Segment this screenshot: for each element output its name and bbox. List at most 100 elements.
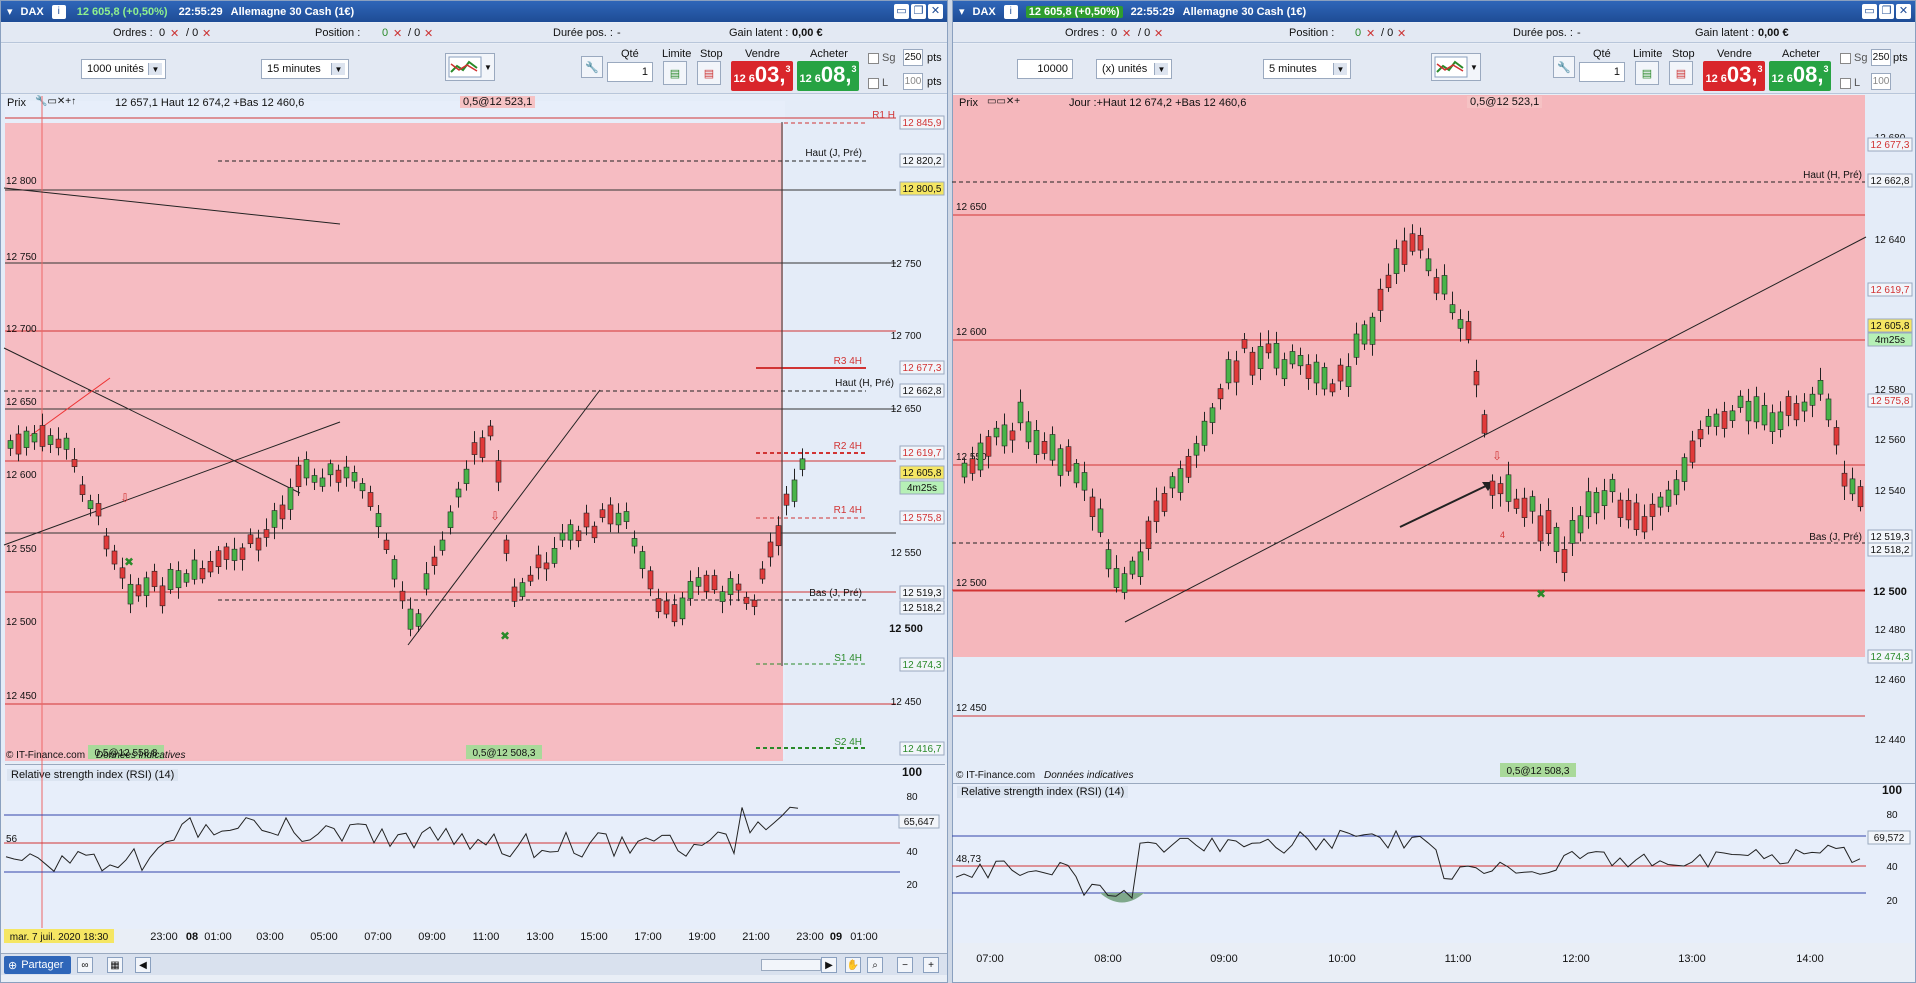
chart-style-button[interactable]: ▼ [1431,53,1481,81]
position-label: Position : [315,27,361,39]
sg-label: Sg [882,52,896,64]
sell-button[interactable]: 12 6 03, 3 [1703,61,1765,91]
chart-toolbar-icons[interactable]: ▭▭✕+ [987,96,1020,107]
sell-button[interactable]: 12 6 03, 3 [731,61,793,91]
stop-button[interactable]: ▤ [1669,61,1693,85]
buy-label: Acheter [1782,48,1820,60]
units-select[interactable]: (x) unités [1096,59,1172,79]
sg-checkbox[interactable]: Sg [868,52,895,64]
pts-label: pts [1893,52,1908,64]
right-toolbar: 10000 (x) unités 5 minutes ▼ 🔧 Qté 1 Lim… [953,44,1915,94]
horizontal-scrollbar[interactable] [761,959,821,971]
sell-price-sup: 3 [1757,64,1763,74]
qty-input[interactable]: 1 [607,62,653,82]
buy-button[interactable]: 12 6 08, 3 [797,61,859,91]
orders-x2-icon[interactable]: ✕ [202,27,211,40]
chevron-down-icon[interactable]: ▼ [1470,63,1478,72]
close-button[interactable]: ✕ [1896,4,1911,19]
info-icon[interactable]: i [51,4,66,19]
orders-total: / 0 [1138,27,1151,39]
pts-label: pts [927,52,942,64]
close-button[interactable]: ✕ [928,4,943,19]
left-rsi-panel: Relative strength index (RSI) (14) [5,764,945,929]
menu-arrow-icon[interactable]: ▾ [959,5,965,18]
restore-button[interactable]: ❐ [1879,4,1894,19]
restore-button[interactable]: ❐ [911,4,926,19]
sg-check[interactable] [868,52,879,64]
minimize-button[interactable]: ▭ [894,4,909,19]
period-select[interactable]: 5 minutes [1263,59,1351,79]
position-x-icon[interactable]: ✕ [1366,27,1375,40]
duration-label: Durée pos. : [553,27,613,39]
share-button[interactable]: ⊕ Partager [4,956,72,974]
sg-check[interactable] [1840,52,1851,64]
buy-price-small: 12 6 [1771,73,1793,85]
binoculars-icon[interactable]: ∞ [77,957,93,973]
zoom-fit-icon[interactable]: ⌕ [867,957,883,973]
right-price-chart[interactable] [953,95,1915,783]
calculator-icon[interactable]: ▦ [107,957,123,973]
info-icon[interactable]: i [1003,4,1018,19]
clock-time: 22:55:29 [1130,5,1175,18]
prix-label: Prix [7,97,26,109]
limit-button[interactable]: ▤ [1635,61,1659,85]
stop-button[interactable]: ▤ [697,61,721,85]
units-select[interactable]: 1000 unités [81,59,166,79]
price-change: 12 605,8 (+0,50%) [1025,5,1123,18]
minimize-button[interactable]: ▭ [1862,4,1877,19]
pts-label-2: pts [927,76,942,88]
qty-input[interactable]: 1 [1579,62,1625,82]
l-checkbox[interactable]: L [868,77,888,89]
orders-x-icon[interactable]: ✕ [170,27,179,40]
buy-button[interactable]: 12 6 08, 3 [1769,61,1831,91]
zoom-in-icon[interactable]: + [923,957,939,973]
drag-icon[interactable]: ✋ [845,957,861,973]
position-total: / 0 [408,27,421,39]
chart-toolbar-icons[interactable]: 🔧▭✕+↑ [35,96,76,107]
gain-value: 0,00 € [792,27,823,39]
position-value: 0 [382,27,389,39]
right-titlebar[interactable]: ▾ DAX i 12 605,8 (+0,50%) 22:55:29 Allem… [953,1,1915,22]
l-check[interactable] [1840,77,1851,89]
period-select[interactable]: 15 minutes [261,59,349,79]
position-x-icon[interactable]: ✕ [393,27,402,40]
limit-icon: ▤ [669,67,681,80]
wrench-button[interactable]: 🔧 [581,56,603,78]
orders-value: 0 [1111,27,1118,39]
position-x2-icon[interactable]: ✕ [1397,27,1406,40]
orders-x-icon[interactable]: ✕ [1122,27,1131,40]
left-price-chart[interactable] [1,95,947,763]
left-titlebar[interactable]: ▾ DAX i 12 605,8 (+0,50%) 22:55:29 Allem… [1,1,947,22]
chevron-down-icon[interactable]: ▼ [484,63,492,72]
buy-price-big: 08, [1792,62,1824,87]
orders-x2-icon[interactable]: ✕ [1154,27,1163,40]
sg-checkbox[interactable]: Sg [1840,52,1867,64]
stop-label: Stop [700,48,723,60]
stop-icon: ▤ [1675,67,1687,80]
l-check[interactable] [868,77,879,89]
sg-label: Sg [1854,52,1868,64]
share-label: Partager [21,959,64,971]
fib-top-label: 0,5@12 523,1 [460,96,536,108]
pts-input-1[interactable]: 250 [903,49,923,66]
position-label: Position : [1289,27,1335,39]
units-quantity-input[interactable]: 10000 [1017,59,1073,79]
l-checkbox[interactable]: L [1840,77,1860,89]
wrench-button[interactable]: 🔧 [1553,56,1575,78]
pts-input-2[interactable]: 100 [903,73,923,90]
pts-input-1[interactable]: 250 [1871,49,1891,66]
chart-style-button[interactable]: ▼ [445,53,495,81]
scroll-right-icon[interactable]: ▶ [821,957,837,973]
left-position-bar: Ordres : 0 ✕ / 0 ✕ Position : 0 ✕ / 0 ✕ … [1,23,947,43]
zoom-out-icon[interactable]: − [897,957,913,973]
back-arrow-icon[interactable]: ◀ [135,957,151,973]
menu-arrow-icon[interactable]: ▾ [7,5,13,18]
position-x2-icon[interactable]: ✕ [424,27,433,40]
limit-button[interactable]: ▤ [663,61,687,85]
orders-label: Ordres : [113,27,153,39]
pts-input-2[interactable]: 100 [1871,73,1891,90]
buy-price-big: 08, [820,62,852,87]
header-ohlc: Jour :+Haut 12 674,2 +Bas 12 460,6 [1069,97,1247,109]
gain-label: Gain latent : [729,27,789,39]
stop-icon: ▤ [703,67,715,80]
